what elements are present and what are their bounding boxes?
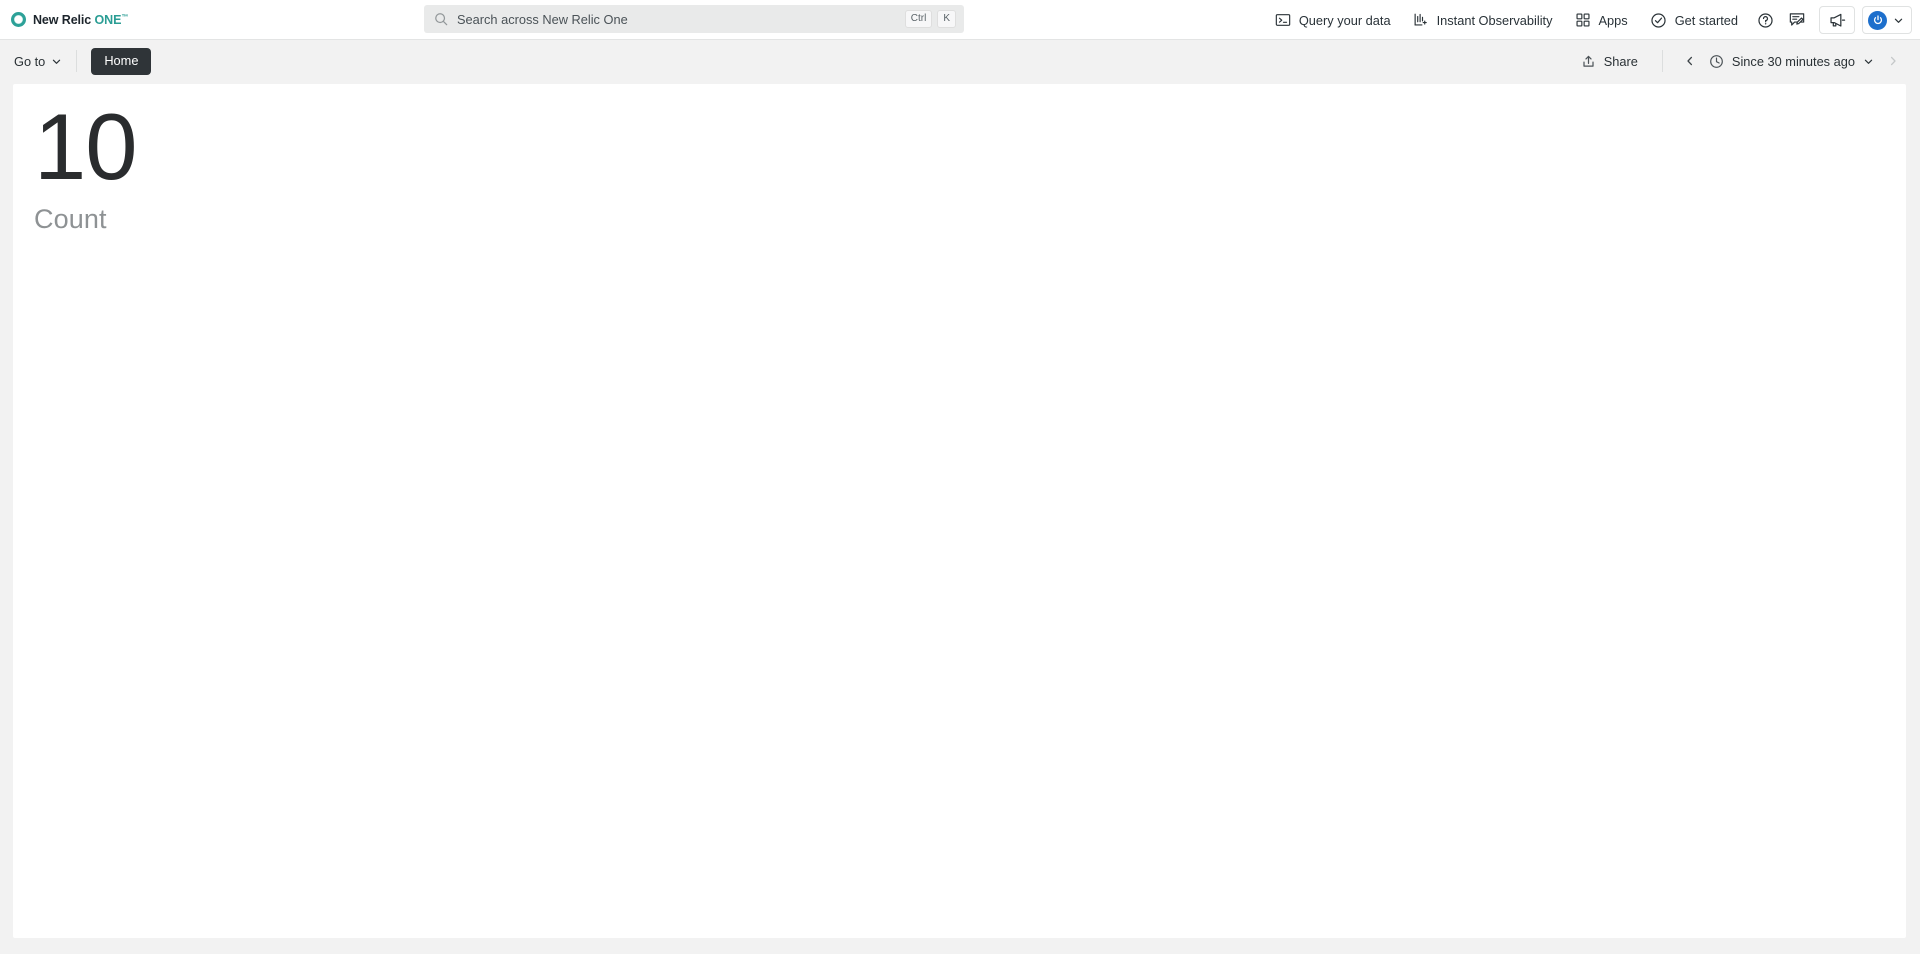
time-range-label: Since 30 minutes ago [1731, 53, 1855, 69]
bar-chart-plus-icon [1413, 12, 1429, 28]
brand-logo-text: New Relic ONE™ [33, 13, 128, 27]
page-toolbar: Go to Home Share Since 30 minutes ago [0, 40, 1920, 82]
nav-item-apps[interactable]: Apps [1564, 0, 1639, 40]
toolbar-right-actions: Share Since 30 minutes ago [1571, 48, 1906, 74]
clock-icon [1709, 54, 1724, 69]
search-shortcut: Ctrl K [904, 10, 956, 28]
toolbar-divider [1661, 50, 1663, 72]
nav-label: Apps [1598, 12, 1628, 28]
shortcut-key-ctrl: Ctrl [904, 10, 933, 28]
go-to-label: Go to [14, 53, 46, 69]
search-input[interactable] [457, 11, 905, 27]
main-content-panel: 10 Count [13, 84, 1906, 938]
brand-product: ONE [94, 12, 122, 27]
time-range-picker[interactable]: Since 30 minutes ago [1703, 54, 1880, 69]
toolbar-divider [76, 50, 78, 72]
nav-item-query-your-data[interactable]: Query your data [1264, 0, 1402, 40]
shortcut-key-k: K [937, 10, 956, 28]
top-nav-actions: Query your data Instant Observability Ap… [1264, 0, 1912, 40]
chevron-down-icon [1893, 15, 1904, 26]
breadcrumb-home[interactable]: Home [91, 47, 152, 75]
chevron-down-icon [1863, 56, 1874, 67]
time-range-previous-button[interactable] [1677, 48, 1703, 74]
brand-trademark: ™ [121, 13, 129, 21]
nav-label: Query your data [1298, 12, 1391, 28]
search-icon [434, 12, 448, 26]
nav-label: Get started [1674, 12, 1738, 28]
brand-logo[interactable]: New Relic ONE™ [11, 0, 128, 39]
nav-label: Instant Observability [1436, 12, 1553, 28]
share-label: Share [1603, 53, 1638, 69]
billboard-label: Count [34, 204, 107, 234]
time-range-next-button[interactable] [1880, 48, 1906, 74]
nav-item-get-started[interactable]: Get started [1639, 0, 1749, 40]
power-avatar-icon [1868, 10, 1887, 30]
nav-item-instant-observability[interactable]: Instant Observability [1402, 0, 1564, 40]
check-circle-icon [1650, 12, 1667, 29]
chevron-down-icon [51, 56, 62, 67]
billboard-widget: 10 Count [34, 94, 138, 235]
share-upload-icon [1581, 54, 1596, 69]
grid-apps-icon [1575, 12, 1591, 28]
account-menu[interactable] [1862, 6, 1912, 34]
top-navigation-bar: New Relic ONE™ Ctrl K Query your data [0, 0, 1920, 40]
billboard-value: 10 [34, 94, 138, 199]
share-button[interactable]: Share [1571, 54, 1648, 69]
brand-name: New Relic [33, 12, 92, 27]
go-to-menu[interactable]: Go to [14, 54, 62, 69]
megaphone-icon[interactable] [1819, 6, 1855, 34]
help-icon[interactable] [1749, 0, 1781, 40]
global-search[interactable]: Ctrl K [424, 5, 964, 33]
terminal-icon [1275, 12, 1291, 28]
feedback-icon[interactable] [1781, 0, 1813, 40]
new-relic-circle-logo-icon [11, 12, 26, 27]
